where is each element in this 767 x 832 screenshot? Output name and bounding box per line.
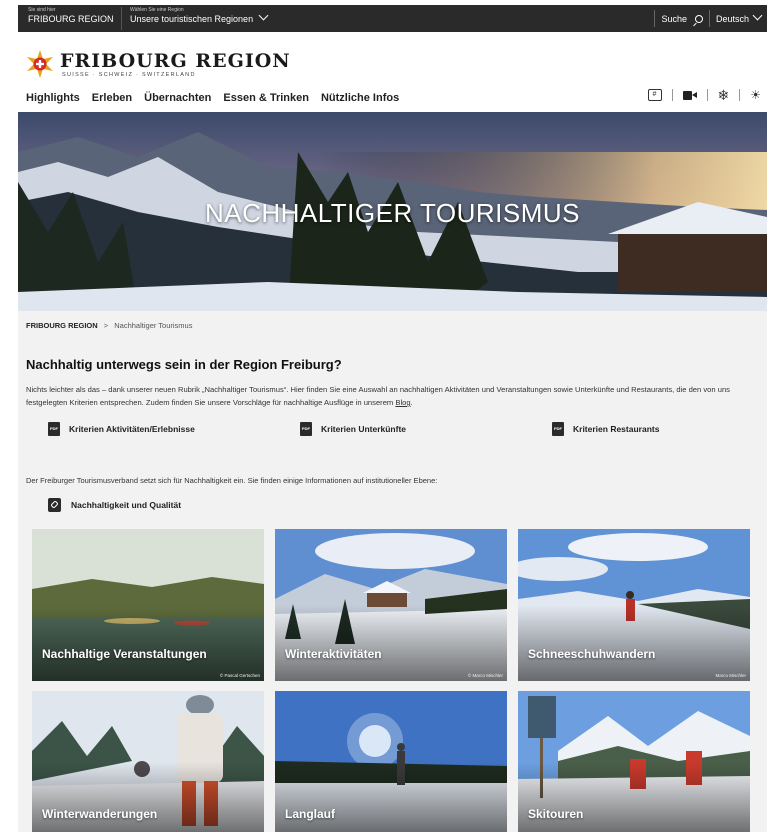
intro-text: Nichts leichter als das – dank unserer n… <box>26 383 756 409</box>
breadcrumb-separator: > <box>103 321 109 330</box>
nav-icons: # ❄ ☀ <box>647 88 761 102</box>
divider <box>671 89 673 101</box>
location-indicator[interactable]: Sie sind hier FRIBOURG REGION <box>28 7 114 26</box>
link-icon <box>48 498 61 512</box>
divider <box>654 10 656 27</box>
tile-shade <box>518 761 750 832</box>
tile-winteraktivitaeten[interactable]: Winteraktivitäten © Marco Mischler <box>275 529 507 681</box>
topbar-right: Suche Deutsch <box>648 5 763 32</box>
chevron-down-icon <box>258 10 269 21</box>
pdf-icon: PDF <box>552 422 564 436</box>
breadcrumb-current: Nachhaltiger Tourismus <box>114 321 193 330</box>
tile-nachhaltige-veranstaltungen[interactable]: Nachhaltige Veranstaltungen © Pascal Ger… <box>32 529 264 681</box>
hero-banner: NACHHALTIGER TOURISMUS <box>18 112 767 311</box>
sustainability-quality-link[interactable]: Nachhaltigkeit und Qualität <box>48 498 181 512</box>
region-selector[interactable]: Wählen Sie eine Region Unsere touristisc… <box>121 7 269 30</box>
nav-item-uebernachten[interactable]: Übernachten <box>144 92 211 104</box>
language-label: Deutsch <box>715 13 749 24</box>
location-value: FRIBOURG REGION <box>28 14 114 24</box>
sun-icon[interactable]: ☀ <box>750 89 761 101</box>
main-nav: Highlights Erleben Übernachten Essen & T… <box>26 92 399 104</box>
pdf-link-restaurants[interactable]: PDF Kriterien Restaurants <box>552 422 659 436</box>
institutional-text: Der Freiburger Tourismusverband setzt si… <box>26 476 438 485</box>
fribourg-star-icon <box>27 50 53 78</box>
hero-title: NACHHALTIGER TOURISMUS <box>204 198 581 228</box>
tile-shade <box>518 605 750 681</box>
site-logo[interactable]: FRIBOURG REGION SUISSE · SCHWEIZ · SWITZ… <box>26 48 290 82</box>
hashtag-icon[interactable]: # <box>647 89 662 101</box>
pdf-link-accommodations[interactable]: PDF Kriterien Unterkünfte <box>300 422 406 436</box>
tile-shade <box>32 761 264 832</box>
photo-credit: Marco Mischler <box>715 673 746 678</box>
tile-shade <box>275 761 507 832</box>
breadcrumb: FRIBOURG REGION > Nachhaltiger Tourismus <box>26 321 192 330</box>
search-label: Suche <box>661 13 687 24</box>
link-label: Nachhaltigkeit und Qualität <box>71 500 182 510</box>
section-title: Nachhaltig unterwegs sein in der Region … <box>26 357 342 372</box>
intro-text-end: . <box>410 398 413 407</box>
tile-label: Langlauf <box>285 807 335 821</box>
chevron-down-icon <box>752 10 763 21</box>
tile-winterwanderungen[interactable]: Winterwanderungen <box>32 691 264 832</box>
tile-label: Schneeschuhwandern <box>528 647 656 661</box>
logo-title: FRIBOURG REGION <box>60 50 291 72</box>
snowflake-icon[interactable]: ❄ <box>718 88 730 102</box>
tile-label: Winterwanderungen <box>42 807 158 821</box>
tile-label: Nachhaltige Veranstaltungen <box>42 647 207 661</box>
nav-item-highlights[interactable]: Highlights <box>26 92 80 104</box>
top-bar: Sie sind hier FRIBOURG REGION Wählen Sie… <box>18 5 767 32</box>
tile-langlauf[interactable]: Langlauf <box>275 691 507 832</box>
tile-shade <box>32 605 264 681</box>
logo-subtitle: SUISSE · SCHWEIZ · SWITZERLAND <box>62 72 196 78</box>
tile-shade <box>275 605 507 681</box>
tile-schneeschuhwandern[interactable]: Schneeschuhwandern Marco Mischler <box>518 529 750 681</box>
pdf-link-label: Kriterien Aktivitäten/Erlebnisse <box>69 424 195 434</box>
intro-text-body: Nichts leichter als das – dank unserer n… <box>26 385 730 407</box>
photo-credit: © Pascal Gertschen <box>219 673 260 678</box>
tile-skitouren[interactable]: Skitouren <box>518 691 750 832</box>
search-button[interactable]: Suche <box>661 14 703 24</box>
region-value-row: Unsere touristischen Regionen <box>130 10 269 26</box>
language-selector[interactable]: Deutsch <box>715 10 763 24</box>
divider <box>708 10 710 27</box>
tile-label: Winteraktivitäten <box>285 647 382 661</box>
region-value: Unsere touristischen Regionen <box>130 14 254 24</box>
pdf-link-activities[interactable]: PDF Kriterien Aktivitäten/Erlebnisse <box>48 422 195 436</box>
nav-item-essen-trinken[interactable]: Essen & Trinken <box>223 92 309 104</box>
nav-item-nuetzliche-infos[interactable]: Nützliche Infos <box>321 92 399 104</box>
divider <box>706 89 708 101</box>
video-icon[interactable] <box>682 90 697 100</box>
pdf-link-label: Kriterien Unterkünfte <box>321 424 407 434</box>
breadcrumb-root[interactable]: FRIBOURG REGION <box>26 321 98 330</box>
photo-credit: © Marco Mischler <box>467 673 503 678</box>
divider <box>739 89 741 101</box>
blog-link[interactable]: Blog <box>395 398 410 407</box>
nav-item-erleben[interactable]: Erleben <box>92 92 132 104</box>
pdf-icon: PDF <box>48 422 60 436</box>
pdf-icon: PDF <box>300 422 312 436</box>
tile-label: Skitouren <box>528 807 584 821</box>
pdf-link-label: Kriterien Restaurants <box>573 424 660 434</box>
search-icon <box>694 14 703 23</box>
